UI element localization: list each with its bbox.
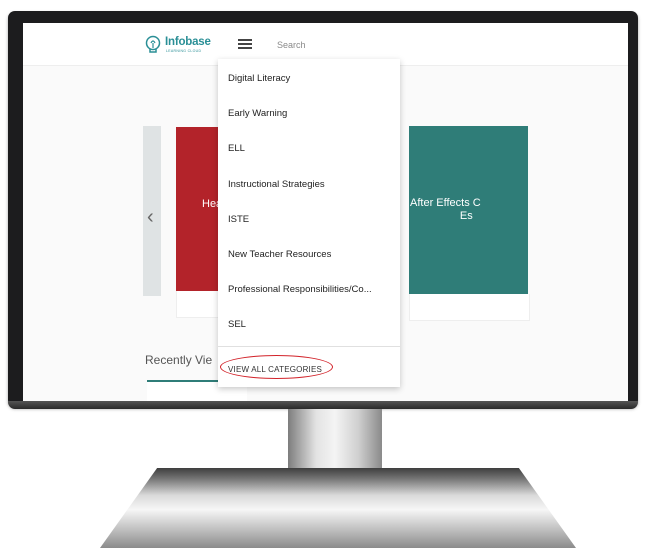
monitor-bezel-edge (8, 401, 638, 409)
menu-item-instructional-strategies[interactable]: Instructional Strategies (228, 179, 325, 190)
menu-item-professional-responsibilities[interactable]: Professional Responsibilities/Co... (228, 284, 372, 295)
carousel-card-title-line2: Es (459, 210, 473, 222)
search-input[interactable] (275, 35, 529, 55)
menu-item-iste[interactable]: ISTE (228, 214, 249, 225)
logo-subtitle: LEARNING CLOUD (166, 49, 202, 53)
view-all-categories-link[interactable]: VIEW ALL CATEGORIES (228, 365, 322, 374)
carousel-card-footer (409, 294, 530, 321)
monitor-stand-base (100, 468, 576, 548)
monitor-stand-neck (288, 409, 382, 475)
menu-item-ell[interactable]: ELL (228, 143, 245, 154)
logo-wordmark: Infobase (165, 36, 211, 48)
hamburger-menu-icon[interactable] (238, 39, 252, 49)
carousel-card-title: After Effects C Es (410, 197, 481, 223)
carousel-card-title-line1: After Effects C (410, 197, 481, 209)
recently-viewed-heading: Recently Vie (145, 353, 213, 367)
categories-dropdown-menu: Digital Literacy Early Warning ELL Instr… (218, 59, 400, 387)
menu-divider (218, 346, 400, 347)
menu-item-digital-literacy[interactable]: Digital Literacy (228, 73, 290, 84)
carousel-card-teal[interactable]: After Effects C Es (409, 126, 528, 294)
monitor-screen: Infobase LEARNING CLOUD ‹ Hea After Effe… (23, 23, 628, 401)
chevron-left-icon[interactable]: ‹ (147, 207, 154, 227)
menu-item-early-warning[interactable]: Early Warning (228, 108, 287, 119)
infobase-logo[interactable]: Infobase LEARNING CLOUD (143, 35, 211, 57)
menu-item-sel[interactable]: SEL (228, 319, 246, 330)
menu-item-new-teacher-resources[interactable]: New Teacher Resources (228, 249, 331, 260)
lightbulb-logo-icon (145, 35, 161, 53)
